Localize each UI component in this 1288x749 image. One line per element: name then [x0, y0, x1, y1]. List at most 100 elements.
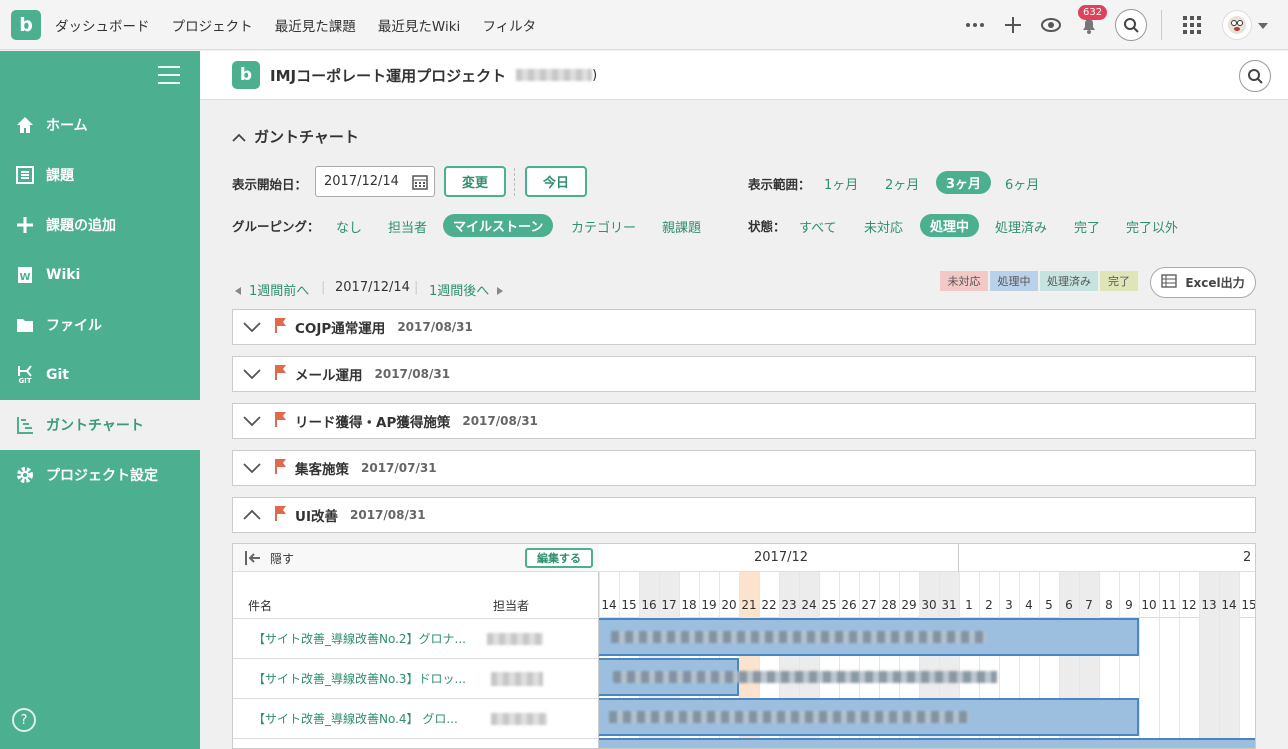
range-1-month[interactable]: 1ヶ月: [824, 174, 858, 193]
user-menu[interactable]: [1220, 9, 1270, 41]
nav-recent-wiki[interactable]: 最近見たWiki: [378, 19, 460, 35]
sidebar-item-wiki[interactable]: W Wiki: [0, 250, 200, 300]
day-number: 4: [1025, 598, 1033, 612]
nav-projects[interactable]: プロジェクト: [172, 19, 253, 35]
milestone-row-expanded[interactable]: UI改善 2017/08/31: [232, 497, 1256, 533]
project-search-button[interactable]: [1239, 60, 1271, 92]
status-all[interactable]: すべて: [799, 217, 837, 236]
prev-week-link[interactable]: 1週間前へ: [249, 280, 309, 299]
sidebar-item-add-issue[interactable]: 課題の追加: [0, 200, 200, 250]
grouping-none[interactable]: なし: [336, 217, 362, 236]
sidebar-item-home[interactable]: ホーム: [0, 100, 200, 150]
grouping-assignee[interactable]: 担当者: [388, 217, 427, 236]
day-number: 18: [681, 598, 697, 612]
watch-eye-icon[interactable]: [1035, 9, 1067, 41]
milestone-name: リード獲得・AP獲得施策: [295, 415, 451, 431]
sidebar-item-gantt[interactable]: ガントチャート: [0, 400, 200, 450]
legend-resolved: 処理済み: [1040, 271, 1098, 291]
assignee-redacted: [491, 671, 543, 686]
gantt-timeline: 2017/12 2 14 15 16 17 18 19 20 21 22 23 24 25 26 27 28…: [599, 544, 1256, 748]
excel-export-label: Excel出力: [1185, 276, 1245, 290]
milestone-flag-icon: [275, 458, 287, 478]
nav-recent-issues[interactable]: 最近見た課題: [275, 19, 356, 35]
next-month-label: 2: [1243, 550, 1252, 565]
day-number: 15: [621, 598, 637, 612]
status-resolved[interactable]: 処理済み: [995, 217, 1047, 236]
status-not-closed[interactable]: 完了以外: [1126, 217, 1178, 236]
status-in-progress-selected[interactable]: 処理中: [920, 214, 980, 237]
milestone-row[interactable]: COJP通常運用 2017/08/31: [232, 309, 1256, 345]
sidebar-item-label: プロジェクト設定: [46, 468, 158, 484]
sidebar-item-label: 課題: [46, 168, 74, 184]
milestone-row[interactable]: 集客施策 2017/07/31: [232, 450, 1256, 486]
gantt-bar-in-progress[interactable]: [599, 738, 1255, 748]
sidebar-item-label: Git: [46, 367, 69, 383]
notification-bell-icon[interactable]: 632: [1073, 5, 1108, 41]
status-open[interactable]: 未対応: [864, 217, 903, 236]
search-icon: [1248, 69, 1263, 84]
git-icon: GIT: [14, 364, 36, 386]
gantt-content: ガントチャート 表示開始日： 2017/12/14 変更 今日 表示範囲： 1ヶ…: [200, 100, 1288, 749]
issue-link[interactable]: 【サイト改善_導線改善No.3】ドロッ...: [253, 670, 491, 687]
day-number: 16: [641, 598, 657, 612]
add-icon[interactable]: [997, 9, 1029, 41]
apps-grid-icon[interactable]: [1176, 9, 1208, 41]
start-date-input[interactable]: 2017/12/14: [315, 166, 435, 197]
sidebar-item-project-settings[interactable]: プロジェクト設定: [0, 450, 200, 500]
next-week-link[interactable]: 1週間後へ: [429, 280, 489, 299]
chevron-down-icon: [243, 365, 263, 383]
more-icon[interactable]: [959, 9, 991, 41]
range-3-month-selected[interactable]: 3ヶ月: [936, 171, 992, 194]
hide-panel-icon[interactable]: [245, 551, 261, 569]
divider: |: [414, 280, 419, 295]
day-number: 25: [821, 598, 837, 612]
project-title[interactable]: IMJコーポレート運用プロジェクト: [270, 65, 506, 86]
next-arrow-icon[interactable]: [497, 284, 503, 299]
avatar: [1222, 10, 1252, 40]
menu-toggle-icon[interactable]: [158, 66, 180, 90]
range-2-month[interactable]: 2ヶ月: [885, 174, 919, 193]
sidebar-item-label: ガントチャート: [46, 418, 144, 434]
milestone-row[interactable]: リード獲得・AP獲得施策 2017/08/31: [232, 403, 1256, 439]
svg-text:W: W: [19, 272, 30, 283]
grouping-parent-issue[interactable]: 親課題: [662, 217, 701, 236]
bar-label-redacted: [611, 631, 986, 643]
change-date-button[interactable]: 変更: [444, 166, 506, 197]
sidebar-item-label: ホーム: [46, 118, 88, 134]
start-date-value: 2017/12/14: [324, 174, 399, 189]
current-date: 2017/12/14: [335, 280, 410, 295]
nav-filter[interactable]: フィルタ: [482, 19, 536, 35]
gantt-heading[interactable]: ガントチャート: [232, 126, 359, 147]
range-6-month[interactable]: 6ヶ月: [1005, 174, 1039, 193]
milestone-flag-icon: [275, 317, 287, 337]
edit-button[interactable]: 編集する: [525, 548, 593, 568]
today-button[interactable]: 今日: [525, 166, 587, 197]
month-header: 2017/12 2: [599, 544, 1255, 572]
prev-arrow-icon[interactable]: [235, 284, 241, 299]
day-number: 1: [965, 598, 973, 612]
status-closed[interactable]: 完了: [1074, 217, 1100, 236]
page-title: ガントチャート: [254, 128, 359, 146]
day-number: 26: [841, 598, 857, 612]
range-label: 表示範囲：: [748, 177, 811, 192]
day-number: 15: [1241, 598, 1256, 612]
issue-link[interactable]: 【サイト改善_導線改善No.4】 グロ...: [253, 710, 491, 727]
sidebar-item-files[interactable]: ファイル: [0, 300, 200, 350]
backlog-logo[interactable]: b: [11, 9, 41, 40]
sidebar-item-git[interactable]: GIT Git: [0, 350, 200, 400]
calendar-icon[interactable]: [412, 174, 428, 194]
nav-dashboard[interactable]: ダッシュボード: [55, 19, 150, 35]
sidebar-item-issues[interactable]: 課題: [0, 150, 200, 200]
project-logo: b: [232, 61, 260, 89]
grouping-category[interactable]: カテゴリー: [571, 217, 636, 236]
hide-panel-label[interactable]: 隠す: [270, 550, 294, 567]
search-button[interactable]: [1115, 9, 1147, 41]
excel-export-button[interactable]: Excel出力: [1150, 267, 1256, 298]
milestone-row[interactable]: メール運用 2017/08/31: [232, 356, 1256, 392]
help-icon[interactable]: ?: [12, 708, 36, 732]
chevron-up-icon: [232, 128, 246, 146]
day-number: 14: [601, 598, 617, 612]
issue-link[interactable]: 【サイト改善_導線改善No.2】グロナ...: [253, 630, 487, 647]
milestone-date: 2017/08/31: [374, 367, 451, 381]
grouping-milestone-selected[interactable]: マイルストーン: [443, 214, 554, 237]
